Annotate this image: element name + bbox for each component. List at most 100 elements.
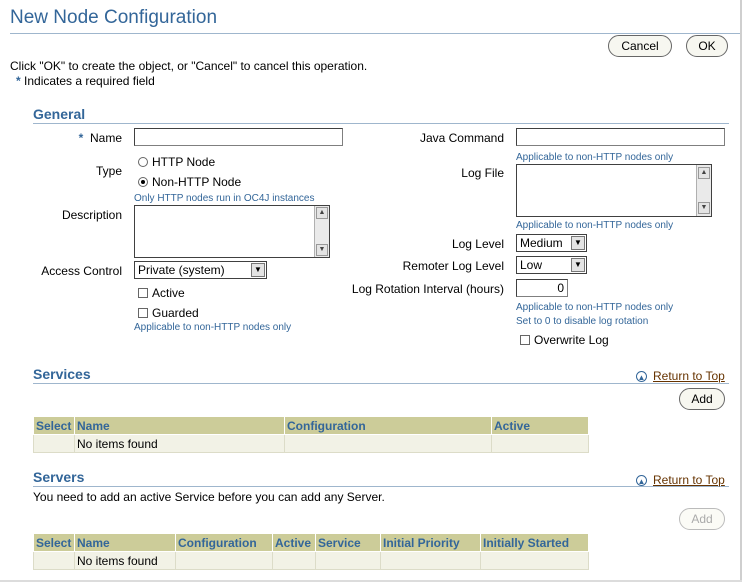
description-scrollbar[interactable]: ▲ ▼	[314, 206, 329, 257]
chevron-down-icon[interactable]: ▼	[571, 258, 585, 272]
remoter-log-level-value: Low	[520, 258, 543, 272]
log-level-label: Log Level	[451, 237, 504, 251]
col-active: Active	[491, 416, 589, 435]
java-command-input[interactable]	[516, 128, 725, 146]
access-control-value: Private (system)	[138, 263, 225, 277]
access-control-label: Access Control	[41, 264, 122, 278]
empty-message: No items found	[74, 551, 176, 570]
active-checkbox-row[interactable]: Active	[138, 286, 185, 300]
scroll-up-icon[interactable]: ▲	[698, 167, 710, 179]
type-label: Type	[95, 164, 122, 178]
col-initially-started: Initially Started	[480, 533, 589, 552]
log-level-select[interactable]: Medium ▼	[516, 234, 587, 252]
col-initial-priority: Initial Priority	[380, 533, 481, 552]
log-rotation-hint: Applicable to non-HTTP nodes only	[516, 302, 674, 313]
log-level-value: Medium	[520, 236, 563, 250]
checkbox-hint: Applicable to non-HTTP nodes only	[134, 322, 292, 333]
type-hint: Only HTTP nodes run in OC4J instances	[134, 193, 315, 204]
empty-cell	[284, 434, 492, 453]
required-marker: *	[16, 74, 21, 88]
col-name: Name	[74, 416, 285, 435]
servers-return-to-top-link[interactable]: Return to Top	[653, 473, 725, 487]
log-file-hint: Applicable to non-HTTP nodes only	[516, 220, 674, 231]
services-add-button[interactable]: Add	[679, 388, 725, 410]
log-file-label: Log File	[461, 166, 504, 180]
type-radio-non-http[interactable]: Non-HTTP Node	[138, 175, 241, 189]
remoter-log-level-label: Remoter Log Level	[402, 259, 504, 273]
services-section-title: Services	[33, 366, 91, 382]
services-return-to-top[interactable]: ▲ Return to Top	[636, 369, 725, 383]
page-title: New Node Configuration	[10, 7, 218, 28]
table-row: No items found	[33, 551, 589, 570]
col-configuration: Configuration	[175, 533, 273, 552]
name-required-marker: *	[78, 131, 84, 145]
return-to-top-icon[interactable]: ▲	[636, 371, 647, 382]
guarded-checkbox[interactable]	[138, 308, 148, 318]
active-checkbox-label: Active	[152, 286, 185, 300]
services-table-header: Select Name Configuration Active	[33, 416, 589, 435]
overwrite-log-checkbox[interactable]	[520, 335, 530, 345]
services-table: Select Name Configuration Active No item…	[33, 416, 589, 453]
type-radio-http[interactable]: HTTP Node	[138, 155, 215, 169]
scroll-down-icon[interactable]: ▼	[316, 244, 328, 256]
scroll-up-icon[interactable]: ▲	[316, 207, 328, 219]
empty-cell	[315, 551, 381, 570]
col-configuration: Configuration	[284, 416, 492, 435]
col-select: Select	[33, 533, 75, 552]
java-command-hint: Applicable to non-HTTP nodes only	[516, 152, 674, 163]
cancel-button[interactable]: Cancel	[608, 35, 672, 57]
col-select: Select	[33, 416, 75, 435]
empty-message: No items found	[74, 434, 285, 453]
description-textarea[interactable]: ▲ ▼	[134, 205, 330, 258]
guarded-checkbox-row[interactable]: Guarded	[138, 306, 199, 320]
radio-non-http-node-label: Non-HTTP Node	[152, 175, 242, 189]
name-input[interactable]	[134, 128, 343, 146]
empty-cell	[33, 434, 75, 453]
general-section-title: General	[33, 106, 86, 122]
overwrite-log-row[interactable]: Overwrite Log	[520, 333, 609, 347]
empty-cell	[175, 551, 273, 570]
table-row: No items found	[33, 434, 589, 453]
description-label: Description	[61, 208, 122, 222]
return-to-top-icon[interactable]: ▲	[636, 475, 647, 486]
chevron-down-icon[interactable]: ▼	[251, 263, 265, 277]
title-divider	[10, 33, 740, 34]
services-return-to-top-link[interactable]: Return to Top	[653, 369, 725, 383]
log-rotation-disable-hint: Set to 0 to disable log rotation	[516, 316, 649, 327]
scroll-down-icon[interactable]: ▼	[698, 202, 710, 214]
instructions-text: Click "OK" to create the object, or "Can…	[10, 59, 368, 73]
services-section-divider	[33, 383, 729, 384]
general-section-divider	[33, 123, 729, 124]
servers-section-title: Servers	[33, 469, 85, 485]
overwrite-log-label: Overwrite Log	[534, 333, 609, 347]
empty-cell	[491, 434, 589, 453]
name-label-text: Name	[89, 131, 122, 145]
radio-http-node[interactable]	[138, 157, 148, 167]
log-rotation-input[interactable]	[516, 279, 568, 297]
java-command-label: Java Command	[419, 131, 504, 145]
chevron-down-icon[interactable]: ▼	[571, 236, 585, 250]
required-field-note: * Indicates a required field	[16, 74, 155, 88]
servers-return-to-top[interactable]: ▲ Return to Top	[636, 473, 725, 487]
servers-table-header: Select Name Configuration Active Service…	[33, 533, 589, 552]
guarded-checkbox-label: Guarded	[152, 306, 199, 320]
col-active: Active	[272, 533, 316, 552]
col-service: Service	[315, 533, 381, 552]
required-note-text: Indicates a required field	[24, 74, 155, 88]
servers-add-button[interactable]: Add	[679, 508, 725, 530]
log-rotation-label: Log Rotation Interval (hours)	[351, 282, 504, 296]
name-label: * Name	[60, 131, 122, 145]
servers-note: You need to add an active Service before…	[33, 490, 385, 504]
radio-non-http-node[interactable]	[138, 177, 148, 187]
col-name: Name	[74, 533, 176, 552]
log-file-scrollbar[interactable]: ▲ ▼	[696, 165, 711, 216]
ok-button[interactable]: OK	[686, 35, 728, 57]
servers-section-divider	[33, 486, 729, 487]
active-checkbox[interactable]	[138, 288, 148, 298]
radio-http-node-label: HTTP Node	[152, 155, 216, 169]
log-file-textarea[interactable]: ▲ ▼	[516, 164, 712, 217]
access-control-select[interactable]: Private (system) ▼	[134, 261, 267, 279]
remoter-log-level-select[interactable]: Low ▼	[516, 256, 587, 274]
servers-table: Select Name Configuration Active Service…	[33, 533, 589, 570]
empty-cell	[33, 551, 75, 570]
